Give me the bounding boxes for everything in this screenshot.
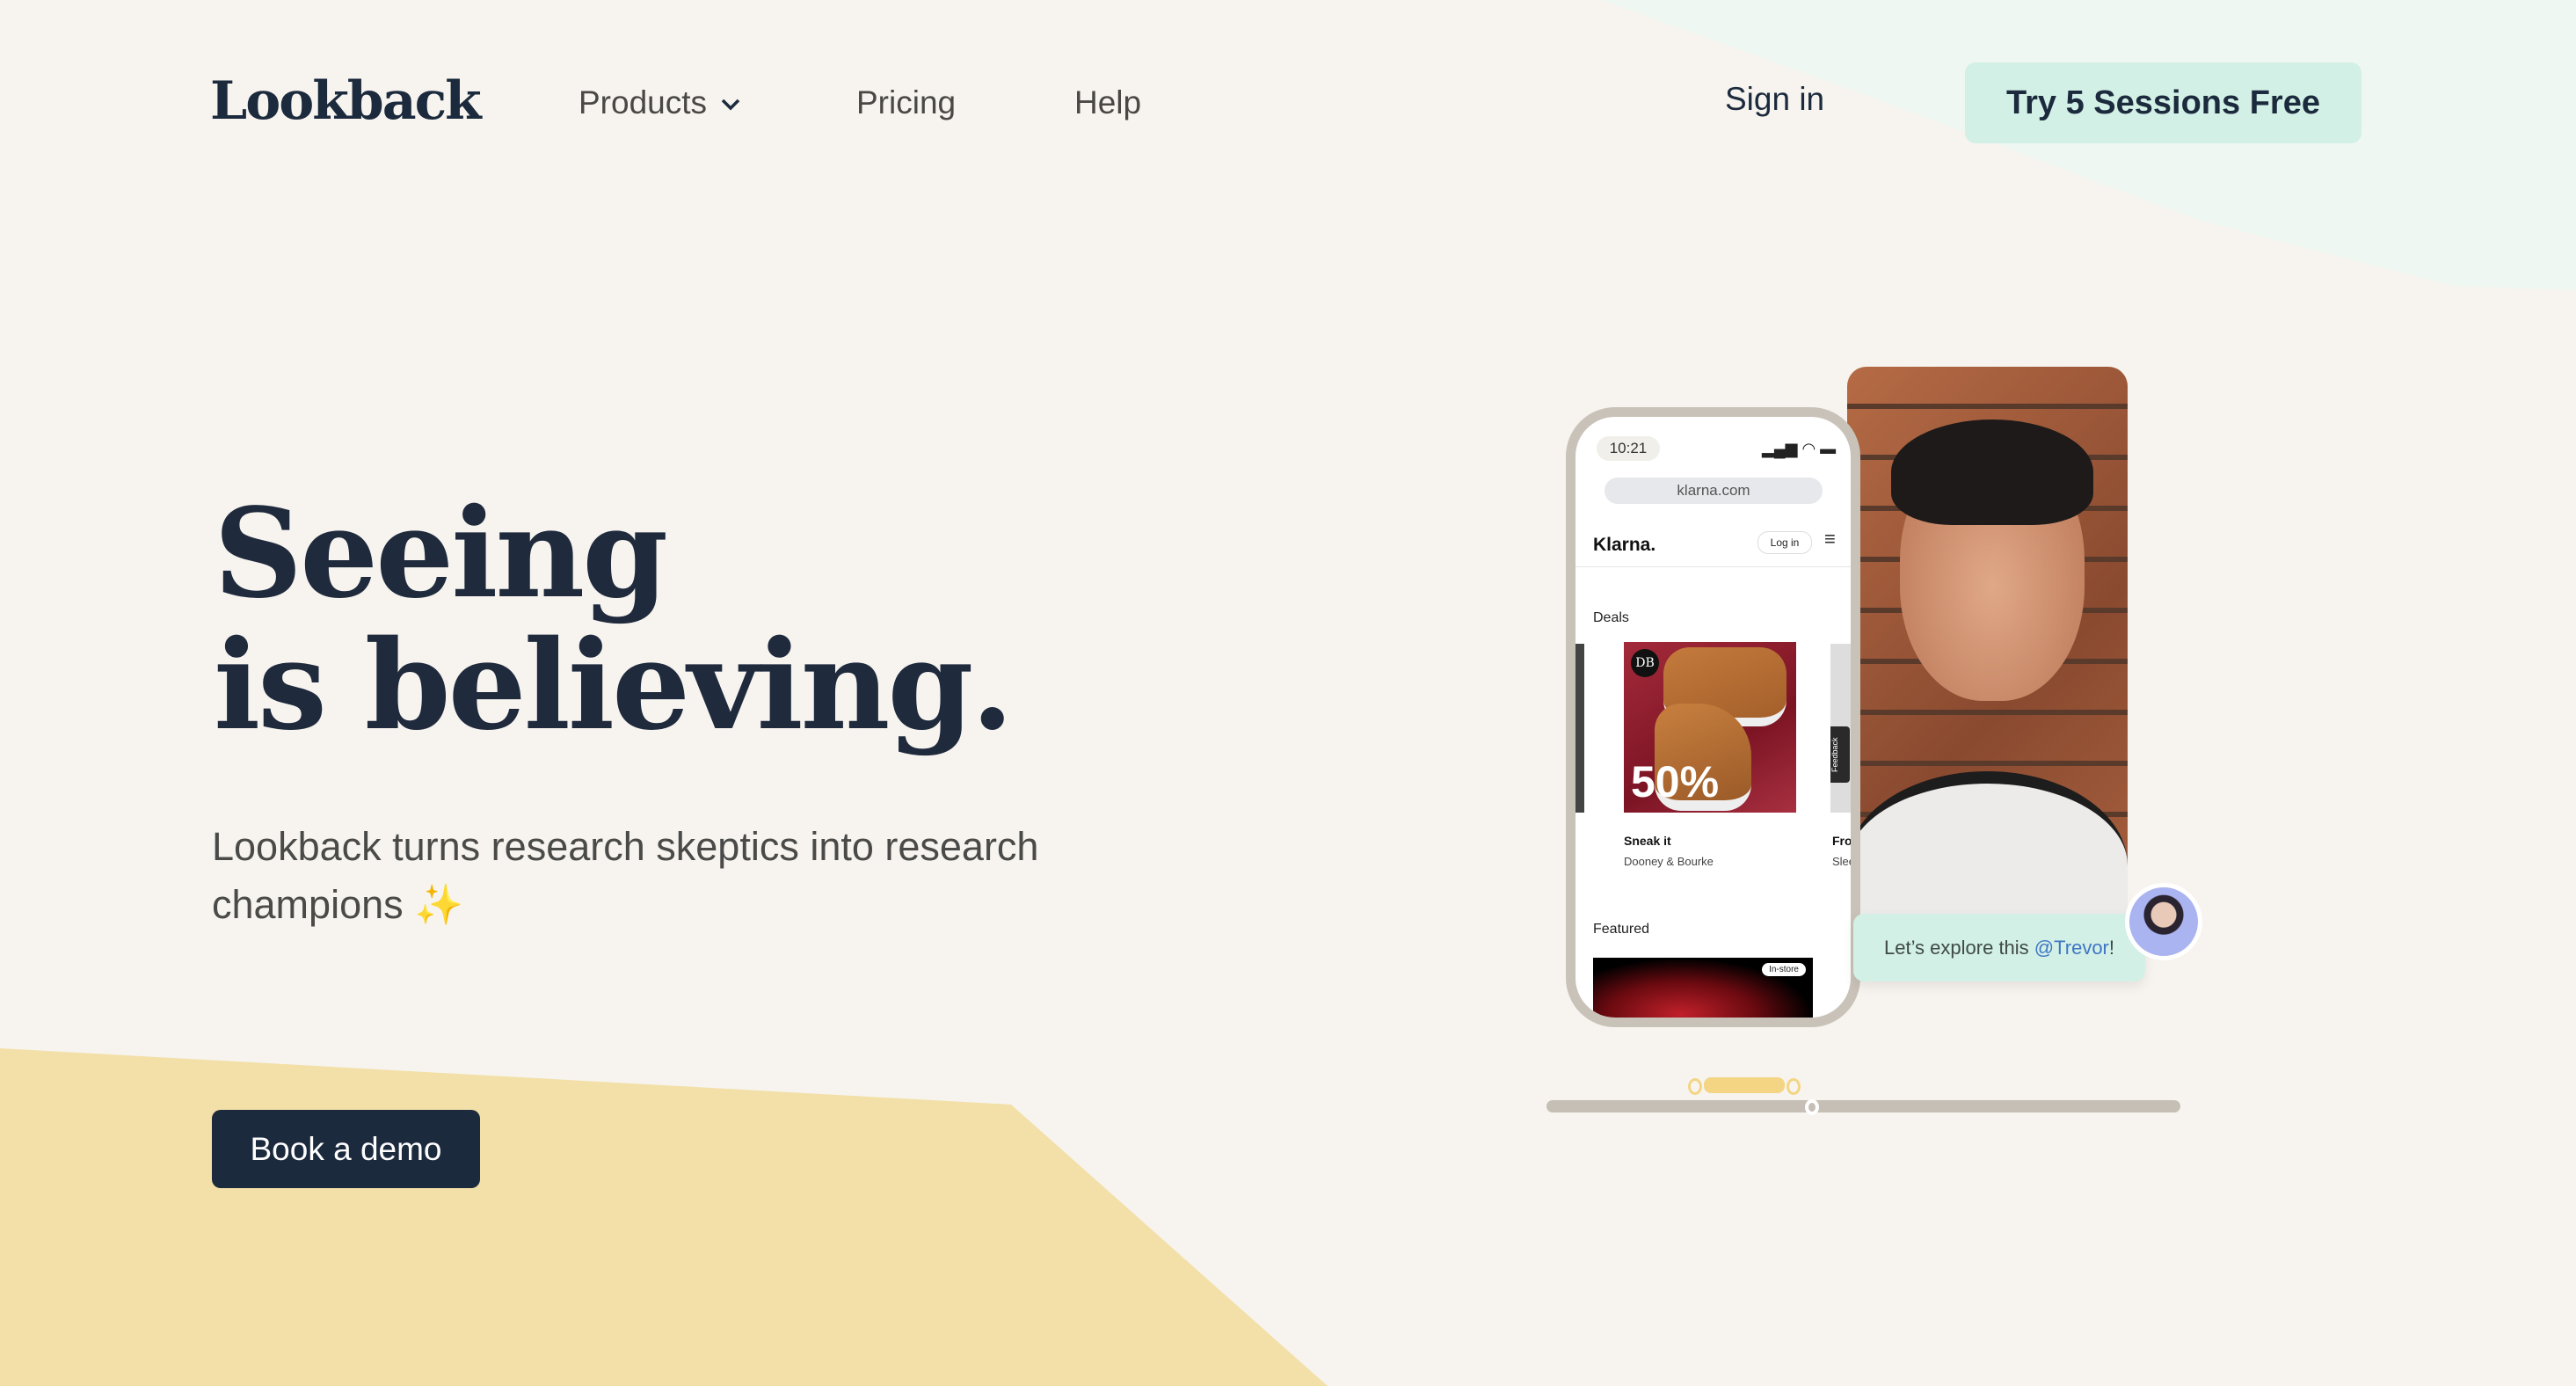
deal-discount: 50% [1631, 757, 1720, 806]
headline-line-2: is believing. [214, 614, 1014, 758]
phone-mockup: 10:21 ▂▄▆ ◠ ▬ klarna.com Klarna. Log in … [1566, 407, 1860, 1027]
timeline-playhead[interactable] [1805, 1099, 1819, 1115]
participant-hair [1891, 419, 2093, 525]
comment-suffix: ! [2108, 936, 2114, 959]
headline-line-1: Seeing [214, 482, 668, 626]
klarna-logo: Klarna. [1593, 535, 1656, 555]
comment-mention[interactable]: @Trevor [2034, 937, 2109, 959]
menu-icon[interactable]: ≡ [1824, 528, 1836, 551]
nav-pricing[interactable]: Pricing [856, 84, 956, 121]
book-demo-button[interactable]: Book a demo [212, 1110, 480, 1188]
comment-bubble: Let’s explore this @Trevor! [1853, 914, 2145, 981]
chevron-down-icon [722, 98, 740, 111]
login-button[interactable]: Log in [1757, 531, 1812, 554]
segment-start-handle[interactable] [1688, 1078, 1702, 1095]
subtitle-text: Lookback turns research skeptics into re… [212, 824, 1039, 927]
in-store-tag: In-store [1762, 963, 1806, 976]
deal-brand-badge: DB [1631, 649, 1659, 677]
participant-shirt [1847, 771, 2128, 914]
deal-title: Sneak it [1624, 834, 1671, 848]
segment-end-handle[interactable] [1786, 1078, 1801, 1095]
deal-brand: Dooney & Bourke [1624, 855, 1714, 868]
status-icons: ▂▄▆ ◠ ▬ [1762, 440, 1837, 457]
next-deal-brand: Slee [1832, 855, 1856, 868]
url-bar[interactable]: klarna.com [1605, 478, 1823, 504]
sparkles-icon: ✨ [414, 882, 464, 927]
status-time: 10:21 [1597, 436, 1660, 461]
timeline-track[interactable] [1546, 1100, 2180, 1112]
sign-in-link[interactable]: Sign in [1725, 81, 1824, 118]
featured-label: Featured [1593, 922, 1650, 937]
try-free-button[interactable]: Try 5 Sessions Free [1965, 62, 2361, 143]
divider [1575, 566, 1851, 567]
comment-text: Let’s explore this [1883, 936, 2034, 959]
deal-card-image[interactable]: DB 50% [1624, 642, 1796, 813]
nav-products-label: Products [579, 84, 708, 120]
yellow-background-shape [0, 1048, 1328, 1386]
hero-subtitle: Lookback turns research skeptics into re… [212, 818, 1161, 934]
nav-help[interactable]: Help [1074, 84, 1141, 121]
next-deal-title: Fro [1832, 834, 1852, 848]
timeline-highlight-segment[interactable] [1704, 1077, 1785, 1093]
feedback-tab[interactable]: Feedback [1830, 726, 1850, 783]
nav-products[interactable]: Products [579, 84, 742, 121]
commenter-avatar [2125, 883, 2202, 960]
participant-video [1847, 367, 2128, 914]
prev-deal-card [1575, 644, 1584, 813]
featured-image[interactable]: In-store [1593, 958, 1813, 1018]
hero-headline: Seeing is believing. [214, 482, 1014, 758]
deals-label: Deals [1593, 610, 1629, 625]
lookback-logo[interactable]: Lookback [210, 70, 482, 132]
